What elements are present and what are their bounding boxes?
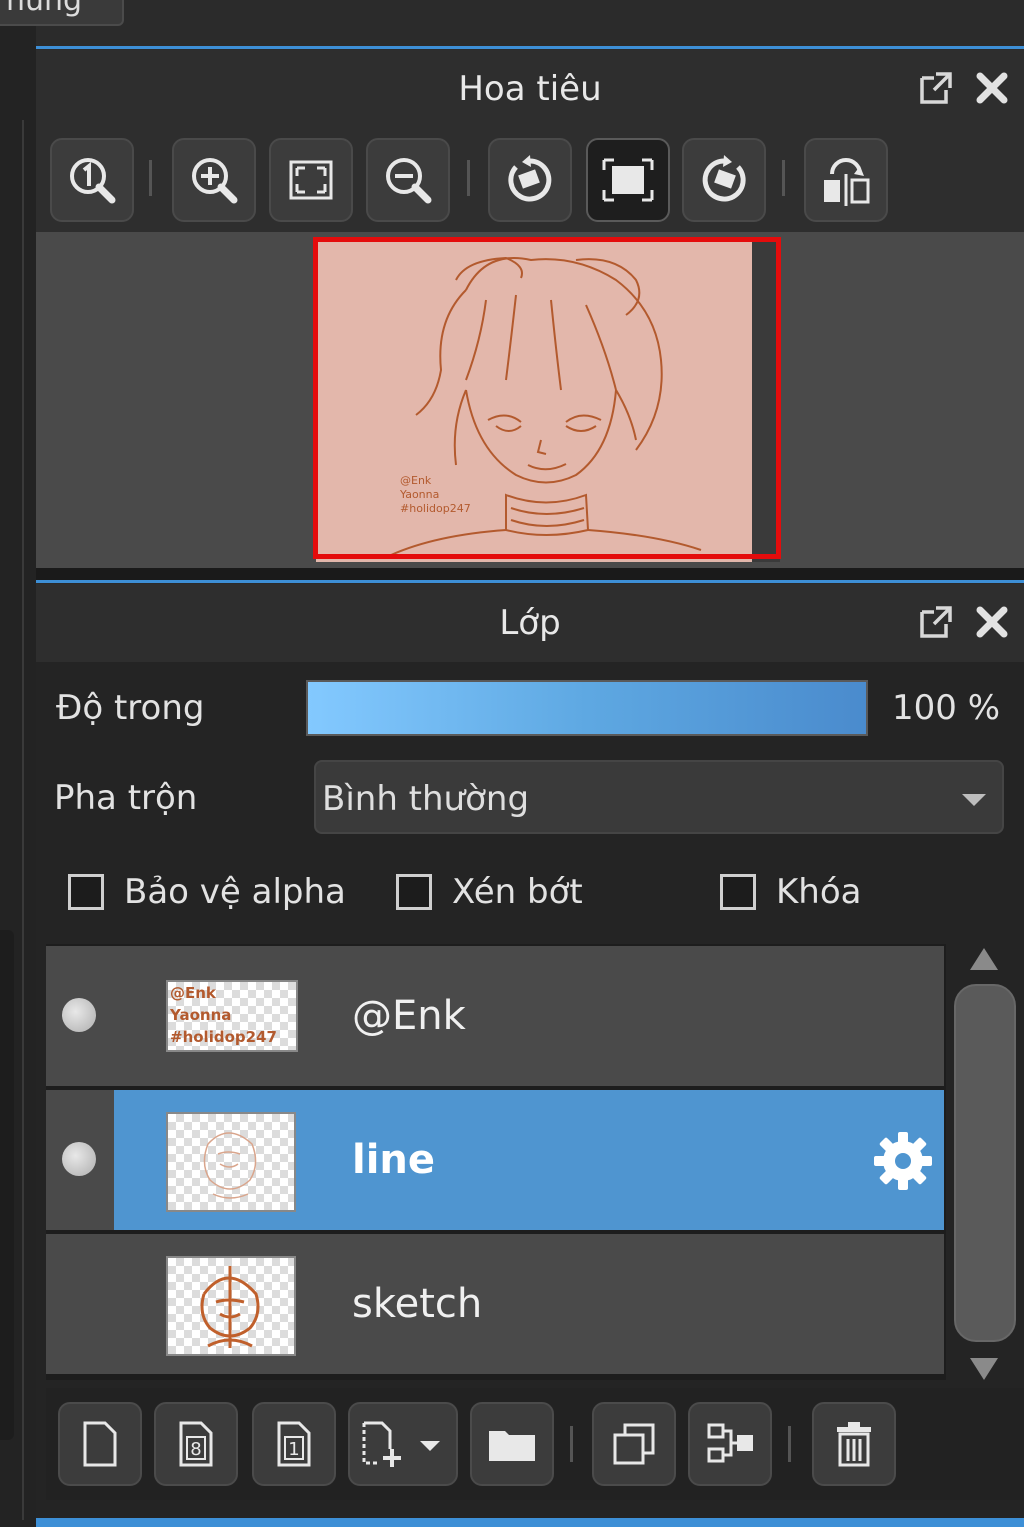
layer-row-enk[interactable]: @Enk Yaonna #holidop247 @Enk: [46, 946, 944, 1086]
close-icon[interactable]: [974, 604, 1010, 640]
layers-accent-line: [36, 580, 1024, 583]
flip-horizontal-button[interactable]: [804, 138, 888, 222]
layer-row-line[interactable]: line: [46, 1090, 944, 1230]
blend-label: Pha trộn: [54, 778, 198, 818]
thumb-text-3: #holidop247: [170, 1028, 277, 1046]
watermark-thumbnail: @Enk Yaonna #holidop247: [169, 984, 277, 1046]
navigator-accent-line: [36, 46, 1024, 49]
reset-rotation-button[interactable]: [586, 138, 670, 222]
layer-row-sketch[interactable]: sketch: [46, 1234, 944, 1374]
svg-text:8: 8: [190, 1439, 201, 1460]
add-layer-menu-button[interactable]: [348, 1402, 458, 1486]
rotate-left-icon: [508, 155, 552, 202]
toolbar-separator: [788, 1426, 791, 1462]
rotate-right-button[interactable]: [682, 138, 766, 222]
reset-view-icon: [602, 158, 654, 202]
trash-icon: [837, 1422, 871, 1467]
opacity-slider[interactable]: [306, 680, 868, 736]
rotate-right-icon: [702, 155, 746, 202]
zoom-actual-button[interactable]: [50, 138, 134, 222]
zoom-in-button[interactable]: [172, 138, 256, 222]
protect-alpha-label: Bảo vệ alpha: [124, 872, 346, 912]
thumb-text-2: Yaonna: [169, 1006, 231, 1024]
layer-toolbar: 8 1: [46, 1388, 1024, 1500]
fit-screen-button[interactable]: [269, 138, 353, 222]
thumb-text-1: @Enk: [170, 984, 217, 1002]
add-layer-menu-icon: [362, 1421, 440, 1467]
fit-screen-icon: [289, 160, 333, 200]
gear-icon[interactable]: [870, 1128, 936, 1194]
line-thumbnail: [203, 1132, 257, 1199]
clipping-checkbox[interactable]: Xén bớt: [396, 872, 583, 912]
opacity-label: Độ trong: [56, 688, 205, 728]
blend-mode-value: Bình thường: [322, 779, 530, 819]
visibility-toggle[interactable]: [62, 998, 96, 1032]
bottom-accent-line: [36, 1518, 1024, 1527]
new-folder-button[interactable]: [470, 1402, 554, 1486]
layer-name: sketch: [352, 1281, 483, 1327]
layer-thumbnail: @Enk Yaonna #holidop247: [166, 980, 298, 1052]
new-layer-icon: [83, 1421, 117, 1467]
toolbar-separator: [782, 160, 785, 196]
zoom-out-icon: [386, 158, 432, 204]
toolbar-separator: [149, 160, 152, 196]
checkbox-box[interactable]: [68, 874, 104, 910]
new-8bit-layer-button[interactable]: 8: [154, 1402, 238, 1486]
duplicate-layer-button[interactable]: [592, 1402, 676, 1486]
layers-header: Lớp: [36, 584, 1024, 662]
merge-layer-icon: [707, 1423, 753, 1463]
layers-title: Lớp: [499, 603, 561, 643]
checkbox-box[interactable]: [396, 874, 432, 910]
layer-name: line: [352, 1137, 436, 1183]
layers-list: @Enk Yaonna #holidop247 @Enk line sketch: [46, 944, 946, 1380]
navigator-toolbar: [36, 128, 1024, 232]
protect-alpha-checkbox[interactable]: Bảo vệ alpha: [68, 872, 346, 912]
lock-label: Khóa: [776, 872, 862, 912]
layer-name: @Enk: [352, 993, 466, 1039]
merge-layer-button[interactable]: [688, 1402, 772, 1486]
sketch-thumbnail: [200, 1266, 260, 1348]
scrollbar-thumb[interactable]: [954, 984, 1016, 1342]
visibility-toggle[interactable]: [62, 1142, 96, 1176]
duplicate-layer-icon: [613, 1423, 655, 1465]
navigator-header: Hoa tiêu: [36, 50, 1024, 128]
new-1bit-layer-icon: 1: [277, 1421, 311, 1467]
svg-text:1: 1: [288, 1439, 299, 1460]
opacity-value: 100 %: [892, 688, 1001, 728]
toolbar-separator: [467, 160, 470, 196]
scroll-up-arrow[interactable]: [970, 948, 998, 970]
dock-rail: [22, 120, 24, 1520]
viewport-frame[interactable]: [313, 237, 781, 559]
zoom-in-icon: [192, 158, 238, 204]
new-1bit-layer-button[interactable]: 1: [252, 1402, 336, 1486]
toolbar-separator: [570, 1426, 573, 1462]
flip-horizontal-icon: [824, 158, 870, 206]
new-folder-icon: [489, 1431, 535, 1461]
undock-icon[interactable]: [918, 70, 954, 106]
layer-thumbnail: [166, 1256, 296, 1356]
blend-mode-select[interactable]: Bình thường: [314, 760, 1004, 834]
lock-checkbox[interactable]: Khóa: [720, 872, 861, 912]
clipping-label: Xén bớt: [452, 872, 583, 912]
top-tab-label: nung: [6, 0, 83, 18]
new-8bit-layer-icon: 8: [179, 1421, 213, 1467]
close-icon[interactable]: [974, 70, 1010, 106]
scroll-down-arrow[interactable]: [970, 1358, 998, 1380]
rotate-left-button[interactable]: [488, 138, 572, 222]
dock-scroll-track[interactable]: [0, 930, 14, 1440]
zoom-out-button[interactable]: [366, 138, 450, 222]
navigator-title: Hoa tiêu: [458, 69, 602, 109]
undock-icon[interactable]: [918, 604, 954, 640]
top-tab[interactable]: nung: [0, 0, 124, 26]
zoom-1-icon: [70, 158, 116, 204]
checkbox-box[interactable]: [720, 874, 756, 910]
new-layer-button[interactable]: [58, 1402, 142, 1486]
chevron-down-icon: [962, 794, 986, 806]
layer-thumbnail: [166, 1112, 296, 1212]
delete-layer-button[interactable]: [812, 1402, 896, 1486]
left-dock-strip: [0, 0, 36, 1527]
